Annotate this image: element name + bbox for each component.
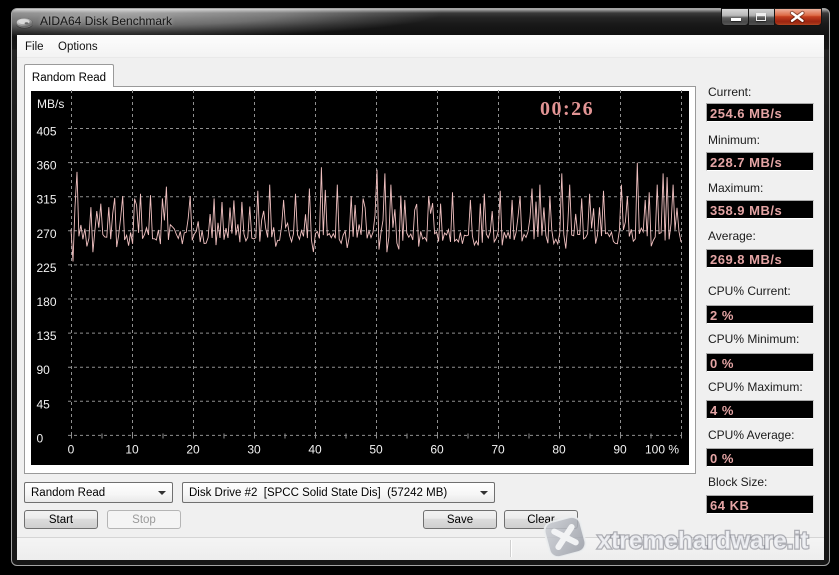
svg-text:40: 40: [308, 443, 322, 457]
svg-text:00:26: 00:26: [540, 98, 594, 120]
svg-text:80: 80: [552, 443, 566, 457]
svg-text:20: 20: [186, 443, 200, 457]
svg-text:100 %: 100 %: [645, 443, 679, 457]
svg-text:135: 135: [37, 329, 57, 343]
svg-text:50: 50: [369, 443, 383, 457]
svg-text:315: 315: [37, 193, 57, 207]
svg-text:360: 360: [37, 159, 57, 173]
svg-text:30: 30: [247, 443, 261, 457]
svg-text:270: 270: [37, 227, 57, 241]
svg-text:0: 0: [37, 431, 44, 445]
svg-text:180: 180: [37, 295, 57, 309]
svg-text:225: 225: [37, 261, 57, 275]
svg-text:90: 90: [613, 443, 627, 457]
svg-text:xtremehardware.it: xtremehardware.it: [598, 528, 809, 555]
svg-text:60: 60: [430, 443, 444, 457]
svg-text:70: 70: [491, 443, 505, 457]
svg-text:10: 10: [125, 443, 139, 457]
svg-text:45: 45: [37, 397, 51, 411]
svg-text:MB/s: MB/s: [37, 97, 64, 111]
svg-text:0: 0: [68, 443, 75, 457]
svg-text:405: 405: [37, 125, 57, 139]
svg-text:90: 90: [37, 363, 51, 377]
